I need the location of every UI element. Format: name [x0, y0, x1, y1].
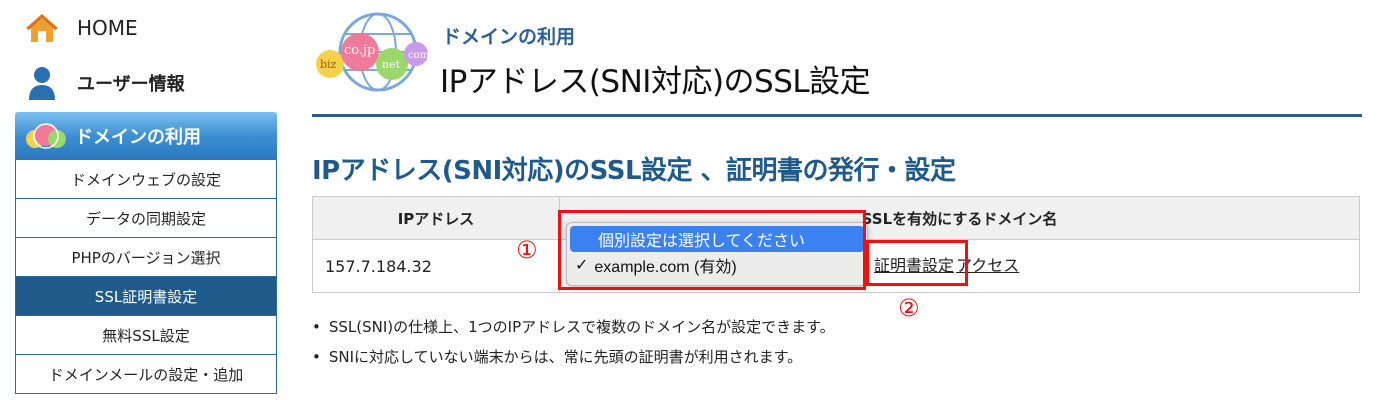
sidebar-item-domain-web[interactable]: ドメインウェブの設定: [16, 160, 276, 199]
sidebar-item-ssl-cert[interactable]: SSL証明書設定: [16, 277, 276, 316]
sidebar-item-free-ssl[interactable]: 無料SSL設定: [16, 316, 276, 355]
sidebar-item-domain-mail[interactable]: ドメインメールの設定・追加: [16, 355, 276, 394]
sidebar-item-php-version[interactable]: PHPのバージョン選択: [16, 238, 276, 277]
notes-list: SSL(SNI)の仕様上、1つのIPアドレスで複数のドメイン名が設定できます。 …: [312, 312, 835, 372]
annotation-number-2: ②: [898, 294, 920, 322]
home-icon: [25, 11, 59, 45]
domain-globe-icon: [21, 121, 71, 151]
sidebar-item-data-sync[interactable]: データの同期設定: [16, 199, 276, 238]
sidebar-home-label: HOME: [77, 16, 138, 40]
note-item: SSL(SNI)の仕様上、1つのIPアドレスで複数のドメイン名が設定できます。: [312, 312, 835, 342]
column-header-ip: IPアドレス: [312, 196, 560, 240]
annotation-number-1: ①: [516, 236, 538, 264]
logo-text-biz: biz: [320, 58, 337, 71]
header-divider: [312, 114, 1362, 117]
logo-text-com: com: [408, 50, 430, 61]
sidebar-section-label: ドメインの利用: [75, 127, 201, 148]
sidebar-user-info[interactable]: ユーザー情報: [15, 56, 277, 110]
section-title: IPアドレス(SNI対応)のSSL設定 、証明書の発行・設定: [312, 156, 956, 186]
domain-logo: biz co.jp net com: [312, 8, 437, 100]
note-item: SNIに対応していない端末からは、常に先頭の証明書が利用されます。: [312, 342, 835, 372]
sidebar-home[interactable]: HOME: [15, 0, 277, 56]
logo-text-cojp: co.jp: [344, 43, 375, 58]
logo-text-net: net: [382, 58, 401, 71]
page-title: IPアドレス(SNI対応)のSSL設定: [440, 64, 871, 100]
user-icon: [25, 66, 59, 100]
annotation-box-2: [866, 240, 968, 286]
breadcrumb: ドメインの利用: [442, 26, 576, 48]
annotation-box-1: [558, 210, 866, 290]
sidebar-user-label: ユーザー情報: [77, 74, 185, 95]
sidebar-section-domain[interactable]: ドメインの利用: [15, 112, 277, 160]
sidebar-submenu: ドメインウェブの設定 データの同期設定 PHPのバージョン選択 SSL証明書設定…: [15, 160, 277, 394]
sidebar: HOME ユーザー情報 ドメインの利用 ドメインウェブの設定 データの同期設定 …: [15, 0, 277, 394]
